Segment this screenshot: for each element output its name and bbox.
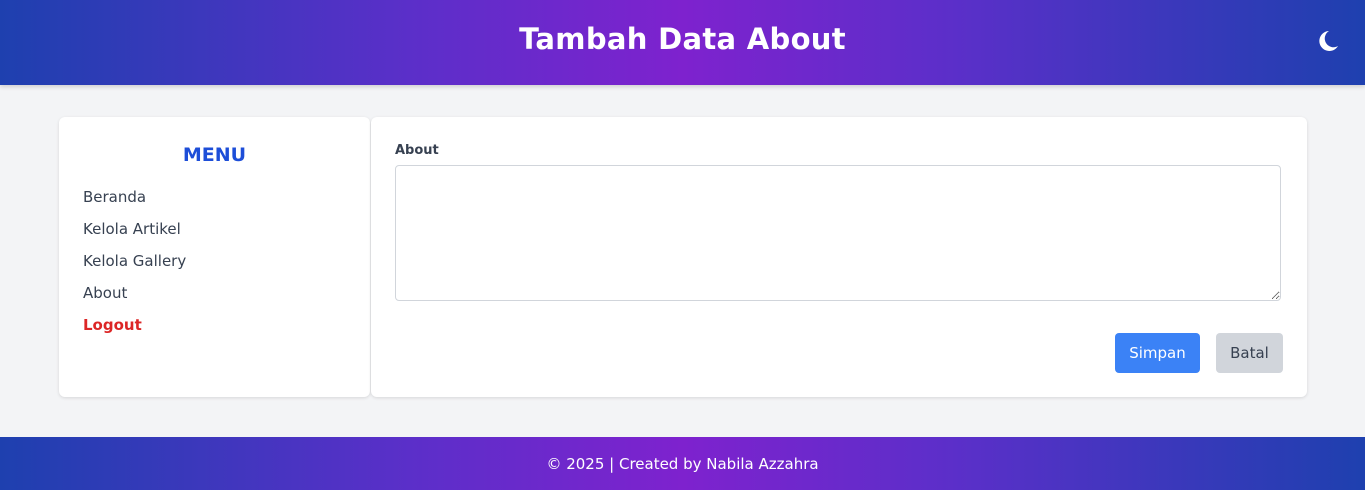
form-panel: About Simpan Batal	[371, 117, 1307, 397]
sidebar-item-beranda[interactable]: Beranda	[83, 187, 186, 219]
about-field-label: About	[395, 143, 439, 158]
sidebar-item-logout[interactable]: Logout	[83, 315, 186, 347]
sidebar-item-kelola-artikel[interactable]: Kelola Artikel	[83, 219, 186, 251]
sidebar-item-kelola-gallery[interactable]: Kelola Gallery	[83, 251, 186, 283]
sidebar-item-about[interactable]: About	[83, 283, 186, 315]
sidebar-title: MENU	[182, 144, 247, 166]
moon-icon[interactable]	[1312, 26, 1342, 56]
sidebar-menu: Beranda Kelola Artikel Kelola Gallery Ab…	[83, 187, 186, 347]
footer-copyright: © 2025 | Created by Nabila Azzahra	[546, 455, 819, 473]
save-button[interactable]: Simpan	[1115, 333, 1200, 373]
page-title: Tambah Data About	[519, 22, 846, 56]
page-header: Tambah Data About	[0, 0, 1365, 85]
about-textarea[interactable]	[395, 165, 1281, 301]
sidebar: MENU Beranda Kelola Artikel Kelola Galle…	[59, 117, 370, 397]
cancel-button[interactable]: Batal	[1216, 333, 1283, 373]
page-footer: © 2025 | Created by Nabila Azzahra	[0, 437, 1365, 490]
